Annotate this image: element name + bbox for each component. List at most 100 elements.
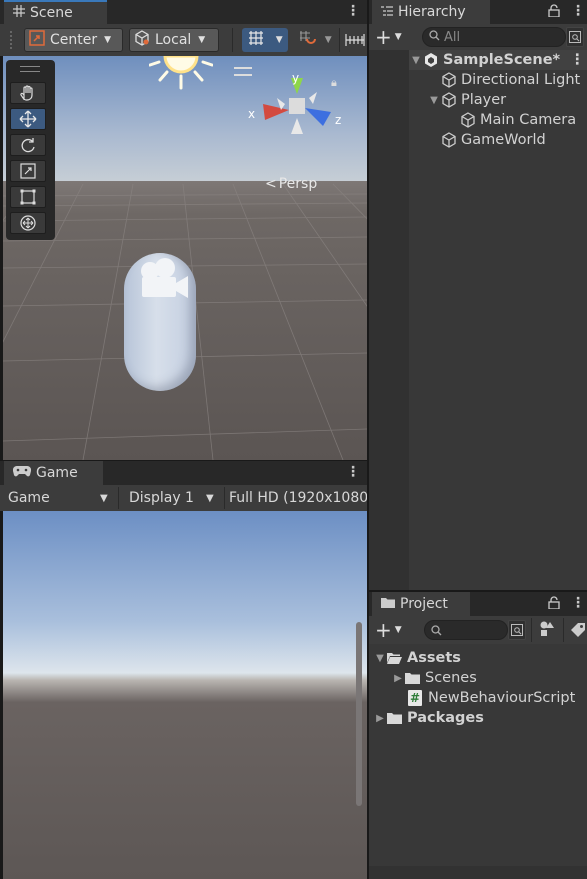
hierarchy-item-main-camera[interactable]: Main Camera — [460, 110, 576, 130]
pivot-icon — [29, 30, 45, 50]
persp-toggle[interactable]: < Persp — [265, 176, 317, 192]
hand-tool-button[interactable] — [10, 82, 46, 104]
project-add-button[interactable]: + ▼ — [375, 620, 402, 640]
search-window-icon — [569, 31, 581, 43]
filter-by-type-icon[interactable] — [538, 620, 556, 642]
game-scrollbar[interactable] — [356, 622, 362, 806]
game-menu-icon[interactable]: ⋮ — [346, 464, 360, 480]
collapse-arrow-icon: ▶ — [394, 672, 402, 684]
folder-icon — [405, 673, 420, 684]
tab-game[interactable]: Game — [4, 461, 103, 485]
transform-tool-button[interactable] — [10, 212, 46, 234]
game-viewport[interactable] — [3, 511, 367, 879]
chevron-down-icon: ▼ — [198, 35, 206, 45]
tab-project[interactable]: Project — [372, 592, 470, 616]
hierarchy-item-label: Player — [461, 92, 507, 108]
hierarchy-item-gameworld[interactable]: GameWorld — [441, 130, 546, 150]
project-item-label: Packages — [407, 710, 484, 726]
project-search-input[interactable] — [424, 620, 508, 640]
gizmo-x-label: x — [248, 107, 255, 121]
rotate-tool-button[interactable] — [10, 134, 46, 156]
move-icon — [19, 110, 37, 128]
search-icon — [429, 30, 440, 44]
gizmo-lock-icon[interactable]: 🔒︎ — [331, 76, 337, 90]
toolbar-grip — [10, 31, 15, 49]
grid-icon — [13, 5, 25, 21]
project-item-packages[interactable]: ▶ Packages — [373, 708, 484, 728]
gizmo-y-label: y — [292, 71, 299, 85]
expand-arrow-icon: ▼ — [376, 652, 384, 664]
hierarchy-add-button[interactable]: + ▼ — [375, 27, 402, 47]
project-item-label: Scenes — [425, 670, 477, 686]
expand-arrow-icon: ▼ — [412, 54, 420, 66]
project-item-scenes[interactable]: ▶ Scenes — [391, 668, 477, 688]
space-label: Local — [155, 32, 192, 48]
lock-icon[interactable] — [548, 596, 560, 613]
persp-label: Persp — [278, 176, 318, 192]
gamepad-icon — [12, 465, 32, 481]
toolbar-divider — [232, 28, 233, 52]
grid-axis-icon — [247, 29, 265, 51]
expand-arrow-icon: ▼ — [430, 94, 438, 106]
hierarchy-search-input[interactable]: All — [422, 27, 566, 47]
chevron-down-icon: ▼ — [275, 35, 283, 45]
pivot-dropdown[interactable]: Center ▼ — [24, 28, 123, 52]
camera-gizmo-icon[interactable] — [134, 257, 194, 305]
hierarchy-menu-icon[interactable]: ⋮ — [571, 3, 585, 19]
rect-tool-button[interactable] — [10, 186, 46, 208]
space-dropdown[interactable]: Local ▼ — [129, 28, 219, 52]
scene-root-row[interactable]: ▼ SampleScene* ⋮ — [409, 50, 587, 70]
hand-icon — [20, 85, 33, 101]
project-item-assets[interactable]: ▼ Assets — [373, 648, 461, 668]
resolution-dropdown[interactable]: Full HD (1920x1080 — [226, 486, 367, 510]
project-menu-icon[interactable]: ⋮ — [571, 595, 585, 611]
plus-icon: + — [375, 25, 392, 49]
hierarchy-item-player[interactable]: ▼ Player — [427, 90, 506, 110]
folder-open-icon — [387, 653, 402, 664]
scene-menu-icon[interactable]: ⋮ — [346, 3, 360, 19]
display-dropdown[interactable]: Display 1 ▼ — [121, 486, 225, 510]
hierarchy-item-label: Directional Light — [461, 72, 581, 88]
collapse-arrow-icon: ▶ — [376, 712, 384, 724]
local-space-icon — [134, 30, 150, 50]
rotate-icon — [21, 138, 35, 153]
rect-transform-icon — [20, 189, 36, 205]
search-filter-button[interactable] — [566, 27, 584, 47]
snap-magnet-icon — [298, 29, 317, 51]
gameobject-cube-icon — [442, 132, 456, 148]
project-item-script[interactable]: # NewBehaviourScript — [408, 688, 575, 708]
search-window-icon — [511, 624, 523, 636]
hierarchy-item-directional-light[interactable]: Directional Light — [441, 70, 580, 90]
move-tool-button[interactable] — [10, 108, 46, 130]
ruler-icon[interactable] — [345, 30, 365, 54]
chevron-down-icon: ▼ — [206, 492, 214, 504]
search-placeholder: All — [444, 29, 461, 45]
display-label: Display 1 — [129, 490, 194, 506]
tab-hierarchy[interactable]: Hierarchy — [372, 0, 490, 24]
scale-tool-button[interactable] — [10, 160, 46, 182]
filter-by-label-icon[interactable] — [570, 622, 586, 642]
scale-icon — [20, 163, 36, 179]
hierarchy-tab-label: Hierarchy — [398, 4, 466, 20]
project-search-window-button[interactable] — [508, 620, 526, 640]
chevron-down-icon: ▼ — [100, 492, 108, 504]
hierarchy-item-label: Main Camera — [480, 112, 577, 128]
project-item-label: Assets — [407, 650, 461, 666]
toolbar-divider — [563, 618, 564, 642]
toolbar-divider — [224, 487, 225, 509]
tab-scene[interactable]: Scene — [4, 0, 107, 24]
tools-drag-handle[interactable] — [20, 66, 40, 72]
hierarchy-gutter — [369, 50, 409, 590]
game-mode-dropdown[interactable]: Game ▼ — [0, 486, 118, 510]
scene-viewport[interactable]: y x z 🔒︎ < Persp — [3, 56, 367, 460]
directional-light-icon[interactable] — [149, 56, 213, 96]
csharp-script-icon: # — [408, 690, 422, 706]
chevron-down-icon: ▼ — [104, 35, 112, 45]
project-footer — [369, 866, 587, 879]
lock-icon[interactable] — [548, 4, 560, 21]
chevron-down-icon: ▼ — [394, 625, 402, 635]
scene-menu-kebab-icon[interactable]: ⋮ — [570, 52, 585, 68]
scene-tab-label: Scene — [30, 5, 73, 21]
increment-snap-toggle[interactable]: ▼ — [294, 28, 336, 52]
grid-snap-toggle[interactable]: ▼ — [242, 28, 288, 52]
